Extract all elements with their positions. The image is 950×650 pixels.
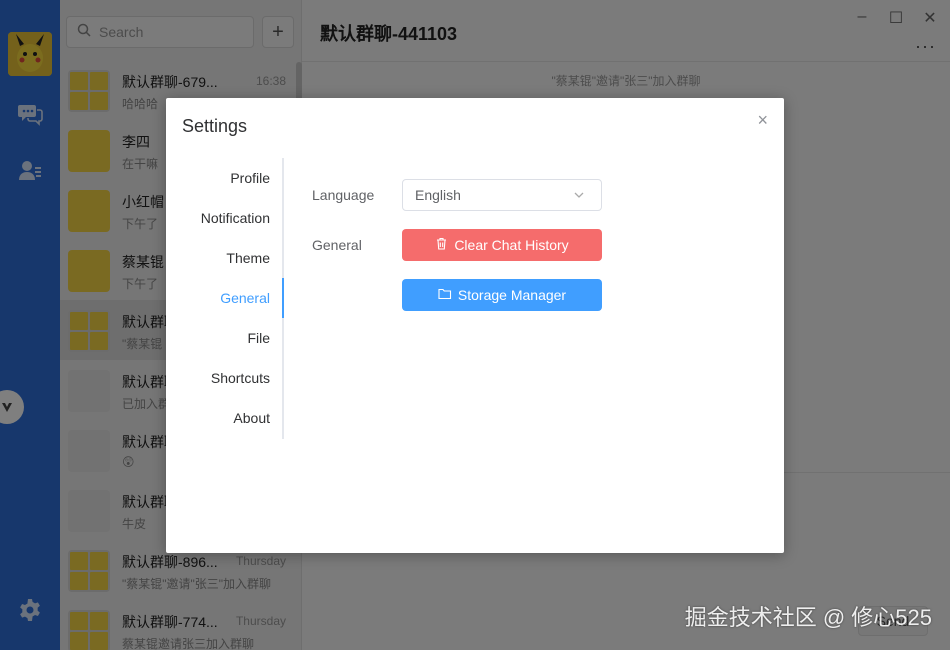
- clear-chat-history-label: Clear Chat History: [454, 237, 569, 253]
- active-tab-indicator: [282, 278, 284, 318]
- trash-icon: [435, 237, 448, 253]
- dialog-title: Settings: [182, 116, 248, 136]
- watermark: 掘金技术社区 @ 修心525: [684, 605, 932, 630]
- clear-chat-history-button[interactable]: Clear Chat History: [402, 229, 602, 261]
- tab-file[interactable]: File: [166, 318, 282, 358]
- storage-manager-label: Storage Manager: [457, 287, 567, 303]
- settings-tabs: Profile Notification Theme General File …: [166, 158, 284, 439]
- general-label: General: [312, 237, 362, 253]
- tab-general[interactable]: General: [166, 278, 282, 318]
- language-label: Language: [312, 187, 375, 203]
- chevron-down-icon: [573, 189, 585, 204]
- tab-theme[interactable]: Theme: [166, 238, 282, 278]
- close-icon[interactable]: ×: [757, 110, 768, 131]
- storage-manager-button[interactable]: Storage Manager: [402, 279, 602, 311]
- tab-profile[interactable]: Profile: [166, 158, 282, 198]
- folder-icon: [438, 287, 452, 303]
- language-select[interactable]: English: [402, 179, 602, 211]
- settings-dialog: Settings × Profile Notification Theme Ge…: [166, 98, 784, 553]
- tab-about[interactable]: About: [166, 398, 282, 438]
- tab-notification[interactable]: Notification: [166, 198, 282, 238]
- tab-shortcuts[interactable]: Shortcuts: [166, 358, 282, 398]
- language-value: English: [415, 187, 461, 203]
